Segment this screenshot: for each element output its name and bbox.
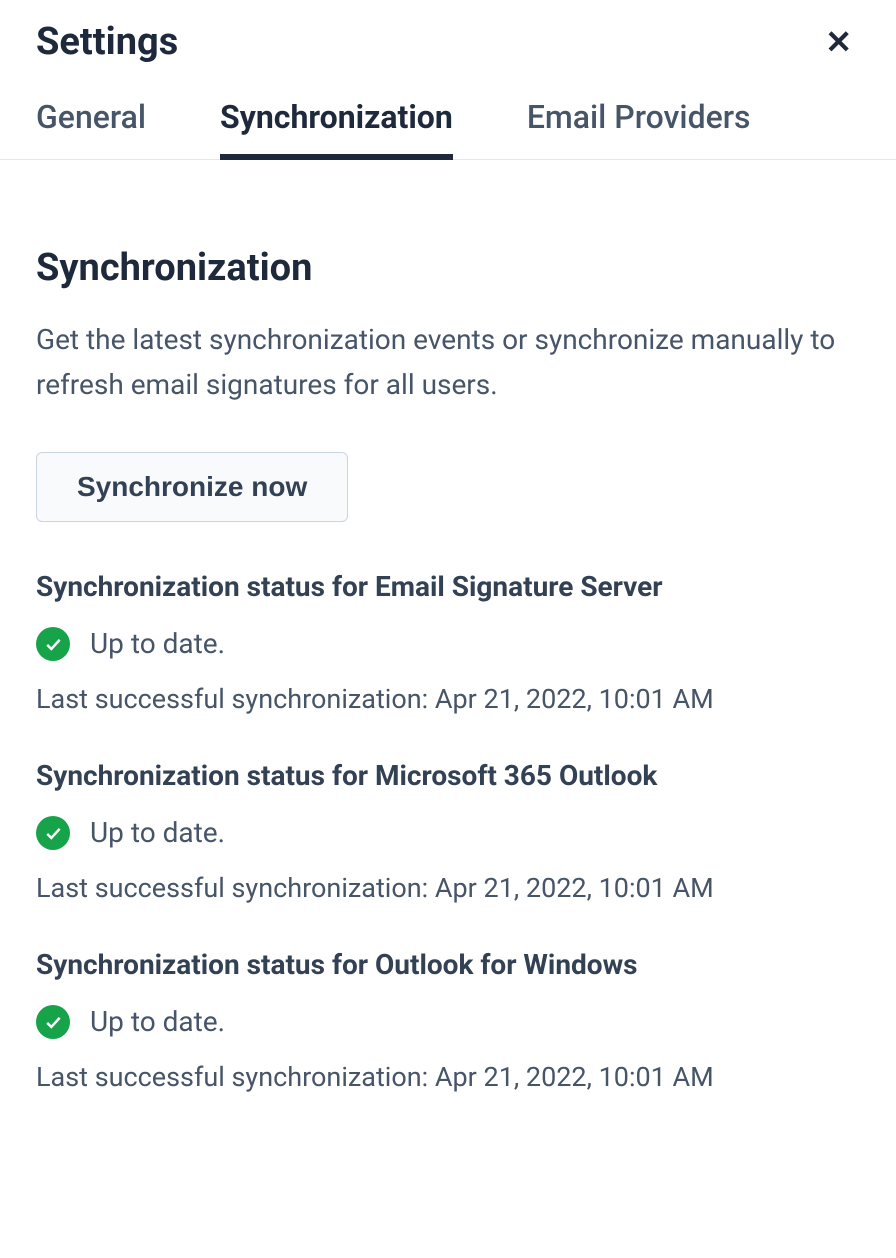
status-meta: Last successful synchronization: Apr 21,…	[36, 872, 860, 904]
status-row: Up to date.	[36, 1005, 860, 1039]
status-meta: Last successful synchronization: Apr 21,…	[36, 683, 860, 715]
status-text: Up to date.	[90, 627, 225, 660]
section-title: Synchronization	[36, 246, 860, 290]
synchronize-now-button[interactable]: Synchronize now	[36, 452, 348, 522]
checkmark-icon	[36, 627, 70, 661]
close-button[interactable]: ✕	[817, 22, 860, 62]
status-text: Up to date.	[90, 1005, 225, 1038]
checkmark-icon	[36, 1005, 70, 1039]
section-description: Get the latest synchronization events or…	[36, 318, 860, 408]
close-icon: ✕	[825, 23, 852, 61]
tab-synchronization[interactable]: Synchronization	[220, 98, 453, 160]
status-text: Up to date.	[90, 816, 225, 849]
status-title: Synchronization status for Email Signatu…	[36, 570, 860, 603]
tab-email-providers[interactable]: Email Providers	[527, 98, 751, 160]
status-row: Up to date.	[36, 816, 860, 850]
status-title: Synchronization status for Outlook for W…	[36, 948, 860, 981]
status-row: Up to date.	[36, 627, 860, 661]
tabs: General Synchronization Email Providers	[0, 64, 896, 160]
status-meta: Last successful synchronization: Apr 21,…	[36, 1061, 860, 1093]
status-block: Synchronization status for Outlook for W…	[36, 948, 860, 1093]
page-title: Settings	[36, 20, 178, 64]
status-block: Synchronization status for Microsoft 365…	[36, 759, 860, 904]
status-title: Synchronization status for Microsoft 365…	[36, 759, 860, 792]
checkmark-icon	[36, 816, 70, 850]
status-block: Synchronization status for Email Signatu…	[36, 570, 860, 715]
content: Synchronization Get the latest synchroni…	[0, 160, 896, 1177]
header: Settings ✕	[0, 0, 896, 64]
tab-general[interactable]: General	[36, 98, 146, 160]
